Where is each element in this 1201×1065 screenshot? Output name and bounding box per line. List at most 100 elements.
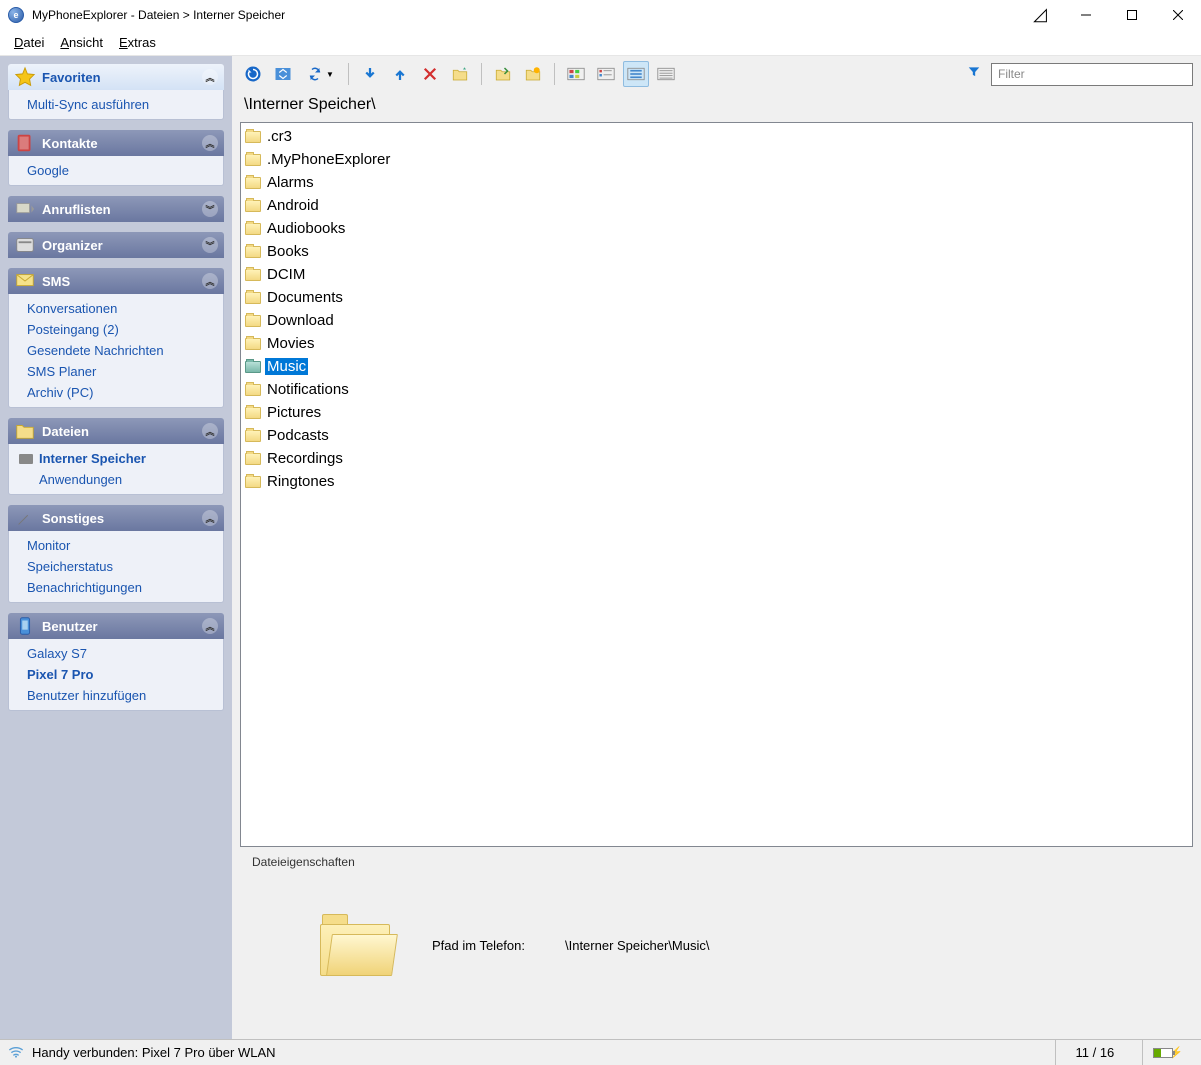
folder-name: Documents — [265, 289, 345, 306]
delete-button[interactable] — [417, 61, 443, 87]
big-folder-icon — [320, 914, 392, 976]
panel-header-anruflisten[interactable]: Anruflisten ︾ — [8, 196, 224, 222]
folder-row[interactable]: Podcasts — [241, 424, 1192, 447]
panel-header-sonstiges[interactable]: Sonstiges ︽ — [8, 505, 224, 531]
folder-icon — [245, 292, 261, 304]
sidebar-item-monitor[interactable]: Monitor — [9, 535, 223, 556]
upload-button[interactable] — [387, 61, 413, 87]
view-list-button[interactable] — [623, 61, 649, 87]
tools-icon — [14, 507, 36, 529]
window-title: MyPhoneExplorer - Dateien > Interner Spe… — [32, 8, 285, 22]
sidebar-item-konversationen[interactable]: Konversationen — [9, 298, 223, 319]
panel-title: Dateien — [42, 424, 89, 439]
folder-row[interactable]: Movies — [241, 332, 1192, 355]
folder-row[interactable]: Music — [241, 355, 1192, 378]
toolbar: ▼ — [232, 56, 1201, 92]
chevron-up-icon: ︽ — [202, 618, 218, 634]
maximize-button[interactable] — [1109, 0, 1155, 30]
folder-row[interactable]: Pictures — [241, 401, 1192, 424]
panel-dateien: Dateien ︽ Interner Speicher Anwendungen — [8, 418, 224, 495]
path-breadcrumb[interactable]: \Interner Speicher\ — [232, 92, 1201, 122]
folder-row[interactable]: Books — [241, 240, 1192, 263]
panel-header-dateien[interactable]: Dateien ︽ — [8, 418, 224, 444]
panel-sms: SMS ︽ Konversationen Posteingang (2) Ges… — [8, 268, 224, 408]
sidebar-item-anwendungen[interactable]: Anwendungen — [9, 469, 223, 490]
menubar: Datei Ansicht Extras — [0, 30, 1201, 56]
folder-icon — [245, 361, 261, 373]
properties-title: Dateieigenschaften — [248, 855, 359, 869]
chevron-down-icon: ︾ — [202, 237, 218, 253]
folder-icon — [245, 223, 261, 235]
close-button[interactable] — [1155, 0, 1201, 30]
folder-icon — [245, 315, 261, 327]
folder-name: Alarms — [265, 174, 316, 191]
file-list[interactable]: .cr3.MyPhoneExplorer Alarms AndroidAudiobo… — [240, 122, 1193, 847]
folder-row[interactable]: Recordings — [241, 447, 1192, 470]
sidebar-item-galaxy-s7[interactable]: Galaxy S7 — [9, 643, 223, 664]
chevron-up-icon: ︽ — [202, 273, 218, 289]
folder-row[interactable]: Ringtones — [241, 470, 1192, 493]
folder-row[interactable]: .MyPhoneExplorer — [241, 148, 1192, 171]
sidebar-item-pixel-7-pro[interactable]: Pixel 7 Pro — [9, 664, 223, 685]
sidebar-item-interner-speicher[interactable]: Interner Speicher — [9, 448, 223, 469]
view-icons-button[interactable] — [563, 61, 589, 87]
folder-row[interactable]: Notifications — [241, 378, 1192, 401]
folder-row[interactable]: Android — [241, 194, 1192, 217]
panel-header-sms[interactable]: SMS ︽ — [8, 268, 224, 294]
folder-open-button[interactable] — [490, 61, 516, 87]
folder-icon — [245, 177, 261, 189]
download-button[interactable] — [357, 61, 383, 87]
folder-icon — [245, 154, 261, 166]
folder-icon — [245, 246, 261, 258]
sync-dropdown-button[interactable]: ▼ — [300, 61, 340, 87]
refresh-button[interactable] — [240, 61, 266, 87]
separator — [554, 63, 555, 85]
folder-icon — [245, 131, 261, 143]
folder-row[interactable]: Audiobooks — [241, 217, 1192, 240]
sidebar-item-speicherstatus[interactable]: Speicherstatus — [9, 556, 223, 577]
new-folder-button[interactable] — [520, 61, 546, 87]
statusbar: Handy verbunden: Pixel 7 Pro über WLAN 1… — [0, 1039, 1201, 1065]
panel-title: Anruflisten — [42, 202, 111, 217]
folder-row[interactable]: Download — [241, 309, 1192, 332]
panel-organizer: Organizer ︾ — [8, 232, 224, 258]
sidebar-item-add-user[interactable]: Benutzer hinzufügen — [9, 685, 223, 706]
view-tiles-button[interactable] — [593, 61, 619, 87]
properties-pane: Dateieigenschaften Pfad im Telefon: \Int… — [240, 855, 1193, 1035]
sidebar-item-google[interactable]: Google — [9, 160, 223, 181]
menu-extras[interactable]: Extras — [113, 32, 162, 53]
folder-row[interactable]: Documents — [241, 286, 1192, 309]
panel-title: Kontakte — [42, 136, 98, 151]
sync-button[interactable] — [270, 61, 296, 87]
sidebar-item-benachrichtigungen[interactable]: Benachrichtigungen — [9, 577, 223, 598]
panel-header-benutzer[interactable]: Benutzer ︽ — [8, 613, 224, 639]
panel-header-kontakte[interactable]: Kontakte ︽ — [8, 130, 224, 156]
folder-row[interactable]: .cr3 — [241, 125, 1192, 148]
filter-icon[interactable] — [967, 65, 981, 84]
menu-datei[interactable]: Datei — [8, 32, 50, 53]
folder-name: Notifications — [265, 381, 351, 398]
device-icon — [14, 615, 36, 637]
folder-row[interactable]: Alarms — [241, 171, 1192, 194]
panel-header-organizer[interactable]: Organizer ︾ — [8, 232, 224, 258]
folder-row[interactable]: DCIM — [241, 263, 1192, 286]
signal-icon: ◿ — [1017, 0, 1063, 30]
folder-name: DCIM — [265, 266, 307, 283]
filter-input[interactable] — [991, 63, 1193, 86]
chevron-up-icon: ︽ — [202, 510, 218, 526]
panel-header-favoriten[interactable]: Favoriten ︽ — [8, 64, 224, 90]
view-details-button[interactable] — [653, 61, 679, 87]
sidebar-item-posteingang[interactable]: Posteingang (2) — [9, 319, 223, 340]
minimize-button[interactable] — [1063, 0, 1109, 30]
sidebar-item-smsplaner[interactable]: SMS Planer — [9, 361, 223, 382]
chevron-up-icon: ︽ — [202, 69, 218, 85]
sidebar-item-gesendete[interactable]: Gesendete Nachrichten — [9, 340, 223, 361]
titlebar: e MyPhoneExplorer - Dateien > Interner S… — [0, 0, 1201, 30]
sidebar-item-multisync[interactable]: Multi-Sync ausführen — [9, 94, 223, 115]
folder-action-button[interactable] — [447, 61, 473, 87]
menu-ansicht[interactable]: Ansicht — [54, 32, 109, 53]
folder-name: Books — [265, 243, 311, 260]
sidebar-item-archiv[interactable]: Archiv (PC) — [9, 382, 223, 403]
props-path-value: \Interner Speicher\Music\ — [565, 938, 710, 953]
chevron-down-icon: ︾ — [202, 201, 218, 217]
